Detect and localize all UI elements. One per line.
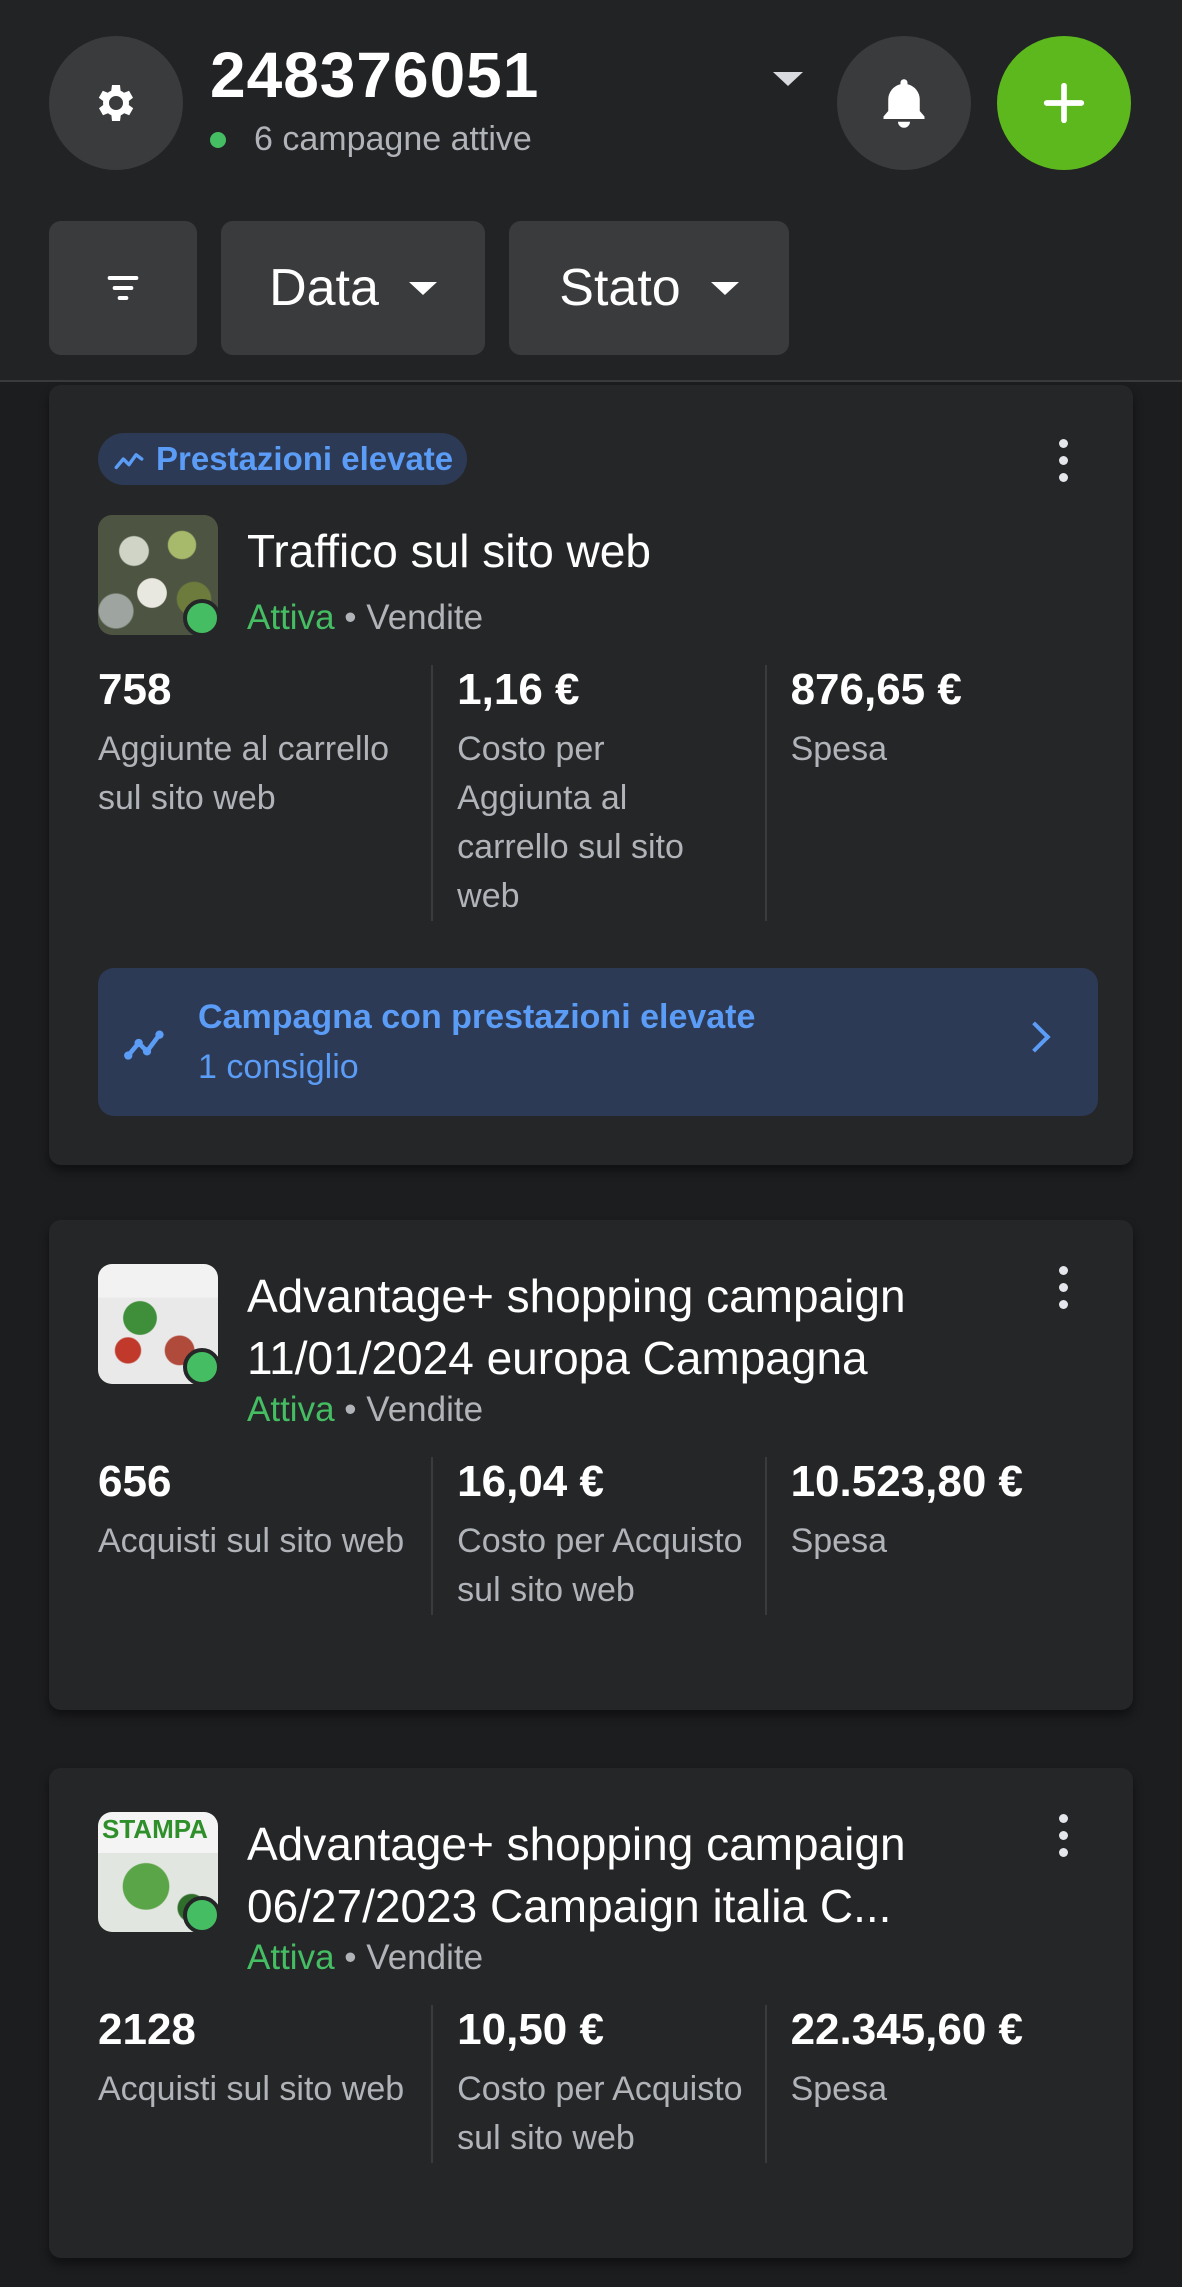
metric-cost-per-result: 1,16 € Costo per Aggiunta al carrello su…: [431, 665, 764, 921]
chevron-right-icon: [1019, 1021, 1051, 1053]
create-campaign-button[interactable]: [997, 36, 1131, 170]
campaign-subtitle: Attiva • Vendite: [247, 1390, 483, 1430]
metric-label: Acquisti sul sito web: [98, 2070, 405, 2108]
campaign-title[interactable]: Advantage+ shopping campaign 06/27/2023 …: [247, 1813, 1107, 1937]
plus-icon: [1043, 82, 1085, 124]
metric-value: 22.345,60 €: [790, 2005, 1024, 2054]
metric-spend: 22.345,60 € Spesa: [764, 2005, 1098, 2163]
active-status-dot: [183, 1348, 221, 1386]
notifications-button[interactable]: [837, 36, 971, 170]
bell-icon: [883, 79, 925, 128]
separator: •: [344, 598, 357, 637]
chevron-down-icon[interactable]: [773, 72, 803, 86]
date-filter-label: Data: [269, 259, 379, 317]
metric-cost-per-result: 10,50 € Costo per Acquisto sul sito web: [431, 2005, 764, 2163]
metric-value: 2128: [98, 2005, 196, 2054]
metric-value: 656: [98, 1457, 172, 1506]
metric-label: Spesa: [790, 1522, 887, 1560]
metrics-row: 758 Aggiunte al carrello sul sito web 1,…: [98, 665, 1098, 921]
recommendation-banner[interactable]: Campagna con prestazioni elevate 1 consi…: [98, 968, 1098, 1116]
recommendation-title: Campagna con prestazioni elevate: [198, 998, 756, 1036]
metric-label: Spesa: [790, 2070, 887, 2108]
campaign-objective: Vendite: [366, 1390, 484, 1429]
campaign-subtitle: Attiva • Vendite: [247, 598, 483, 638]
recommendation-count: 1 consiglio: [198, 1048, 359, 1086]
campaign-card[interactable]: STAMPA Advantage+ shopping campaign 06/2…: [49, 1768, 1133, 2258]
metric-results: 758 Aggiunte al carrello sul sito web: [98, 665, 431, 921]
chevron-down-icon: [710, 281, 739, 295]
metric-spend: 10.523,80 € Spesa: [764, 1457, 1098, 1615]
more-icon[interactable]: [1059, 439, 1069, 490]
account-status: 6 campagne attive: [210, 120, 532, 159]
gear-icon: [98, 85, 134, 121]
thumbnail-text: STAMPA: [102, 1814, 208, 1844]
metric-value: 10,50 €: [457, 2005, 604, 2054]
campaign-title[interactable]: Advantage+ shopping campaign 11/01/2024 …: [247, 1265, 1107, 1389]
metric-label: Acquisti sul sito web: [98, 1522, 405, 1560]
campaign-card[interactable]: Advantage+ shopping campaign 11/01/2024 …: [49, 1220, 1133, 1710]
metric-results: 656 Acquisti sul sito web: [98, 1457, 431, 1615]
top-bar: 248376051 6 campagne attive Data Stato: [0, 0, 1182, 382]
metric-label: Costo per Acquisto sul sito web: [457, 1522, 743, 1609]
settings-button[interactable]: [49, 36, 183, 170]
state-filter-label: Stato: [559, 259, 681, 317]
date-filter-dropdown[interactable]: Data: [221, 221, 485, 355]
filter-button[interactable]: [49, 221, 197, 355]
metrics-row: 656 Acquisti sul sito web 16,04 € Costo …: [98, 1457, 1098, 1615]
badge-label: Prestazioni elevate: [156, 440, 454, 477]
metric-spend: 876,65 € Spesa: [764, 665, 1098, 921]
metric-value: 16,04 €: [457, 1457, 604, 1506]
trend-icon: [114, 453, 144, 470]
metric-label: Spesa: [790, 730, 887, 768]
metric-label: Costo per Acquisto sul sito web: [457, 2070, 743, 2157]
campaign-title[interactable]: Traffico sul sito web: [247, 520, 1107, 582]
filter-icon: [107, 276, 139, 300]
metric-label: Aggiunte al carrello sul sito web: [98, 730, 390, 817]
high-performance-badge: Prestazioni elevate: [98, 433, 468, 485]
metrics-row: 2128 Acquisti sul sito web 10,50 € Costo…: [98, 2005, 1098, 2163]
metric-value: 10.523,80 €: [790, 1457, 1024, 1506]
campaign-objective: Vendite: [366, 1938, 484, 1977]
metric-label: Costo per Aggiunta al carrello sul sito …: [457, 730, 684, 915]
active-campaigns-count: 6 campagne attive: [254, 120, 532, 158]
separator: •: [344, 1938, 357, 1977]
campaign-status: Attiva: [247, 1390, 335, 1429]
campaign-status: Attiva: [247, 598, 335, 637]
separator: •: [344, 1390, 357, 1429]
campaign-subtitle: Attiva • Vendite: [247, 1938, 483, 1978]
campaign-status: Attiva: [247, 1938, 335, 1977]
metric-results: 2128 Acquisti sul sito web: [98, 2005, 431, 2163]
chevron-down-icon: [408, 281, 437, 295]
metric-cost-per-result: 16,04 € Costo per Acquisto sul sito web: [431, 1457, 764, 1615]
active-status-dot: [183, 1896, 221, 1934]
campaign-card[interactable]: Prestazioni elevate Traffico sul sito we…: [49, 385, 1133, 1165]
account-id[interactable]: 248376051: [210, 38, 539, 112]
status-dot: [210, 131, 226, 148]
active-status-dot: [183, 599, 221, 637]
metric-value: 1,16 €: [457, 665, 580, 714]
trend-icon: [124, 1030, 164, 1060]
metric-value: 876,65 €: [790, 665, 962, 714]
metric-value: 758: [98, 665, 172, 714]
campaign-objective: Vendite: [366, 598, 484, 637]
state-filter-dropdown[interactable]: Stato: [509, 221, 789, 355]
